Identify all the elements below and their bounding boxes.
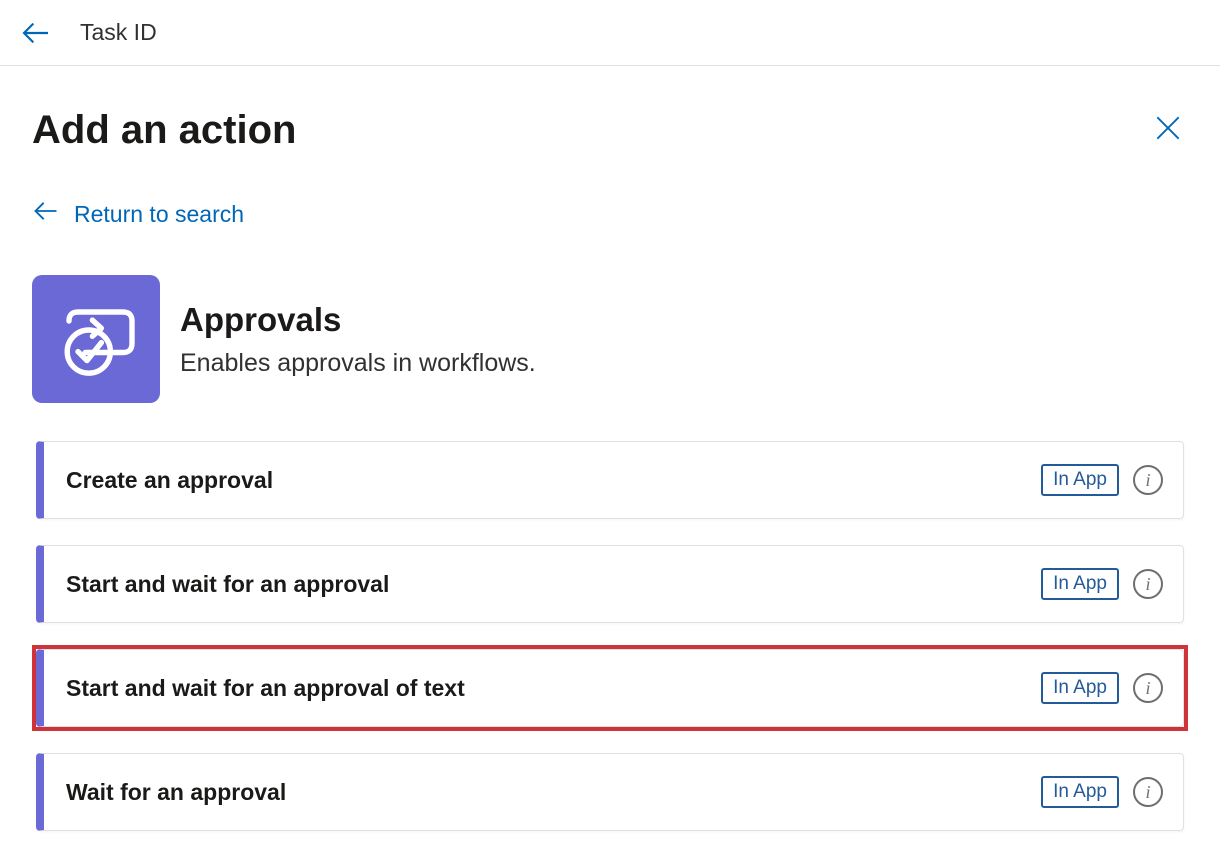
action-item: Wait for an approval In App i (32, 749, 1188, 835)
in-app-badge: In App (1041, 464, 1119, 496)
action-label: Create an approval (44, 467, 273, 494)
action-item: Start and wait for an approval In App i (32, 541, 1188, 627)
info-icon[interactable]: i (1133, 673, 1163, 703)
panel-header: Add an action (32, 108, 1188, 153)
info-icon[interactable]: i (1133, 777, 1163, 807)
actionéexactly-label: Wait for an approval (44, 779, 286, 806)
top-bar: Task ID (0, 0, 1220, 66)
action-label: Start and wait for an approval of text (44, 675, 465, 702)
action-item: Create an approval In App i (32, 437, 1188, 523)
approvals-connector-icon (32, 275, 160, 403)
action-label: Start and wait for an approval (44, 571, 389, 598)
back-arrow-icon[interactable] (20, 17, 52, 49)
action-meta: In App i (1041, 776, 1163, 808)
action-list: Create an approval In App i Start and wa… (32, 437, 1188, 835)
action-meta: In App i (1041, 464, 1163, 496)
action-start-wait-approval-text[interactable]: Start and wait for an approval of text I… (36, 649, 1184, 727)
in-app-badge: In App (1041, 672, 1119, 704)
action-meta: In App i (1041, 568, 1163, 600)
connector-description: Enables approvals in workflows. (180, 349, 536, 378)
action-start-wait-approval[interactable]: Start and wait for an approval In App i (36, 545, 1184, 623)
return-arrow-icon (32, 197, 60, 231)
return-to-search-link[interactable]: Return to search (32, 197, 244, 231)
connector-header: Approvals Enables approvals in workflows… (32, 275, 1188, 403)
action-wait-approval[interactable]: Wait for an approval In App i (36, 753, 1184, 831)
in-app-badge: In App (1041, 568, 1119, 600)
info-icon[interactable]: i (1133, 465, 1163, 495)
return-to-search-label: Return to search (74, 201, 244, 228)
action-create-approval[interactable]: Create an approval In App i (36, 441, 1184, 519)
connector-title: Approvals (180, 301, 536, 339)
add-action-panel: Add an action Return to search (0, 66, 1220, 835)
close-icon[interactable] (1148, 108, 1188, 153)
in-app-badge: In App (1041, 776, 1119, 808)
action-meta: In App i (1041, 672, 1163, 704)
panel-title: Add an action (32, 108, 296, 153)
info-icon[interactable]: i (1133, 569, 1163, 599)
action-item-highlighted: Start and wait for an approval of text I… (32, 645, 1188, 731)
top-title: Task ID (80, 19, 157, 46)
